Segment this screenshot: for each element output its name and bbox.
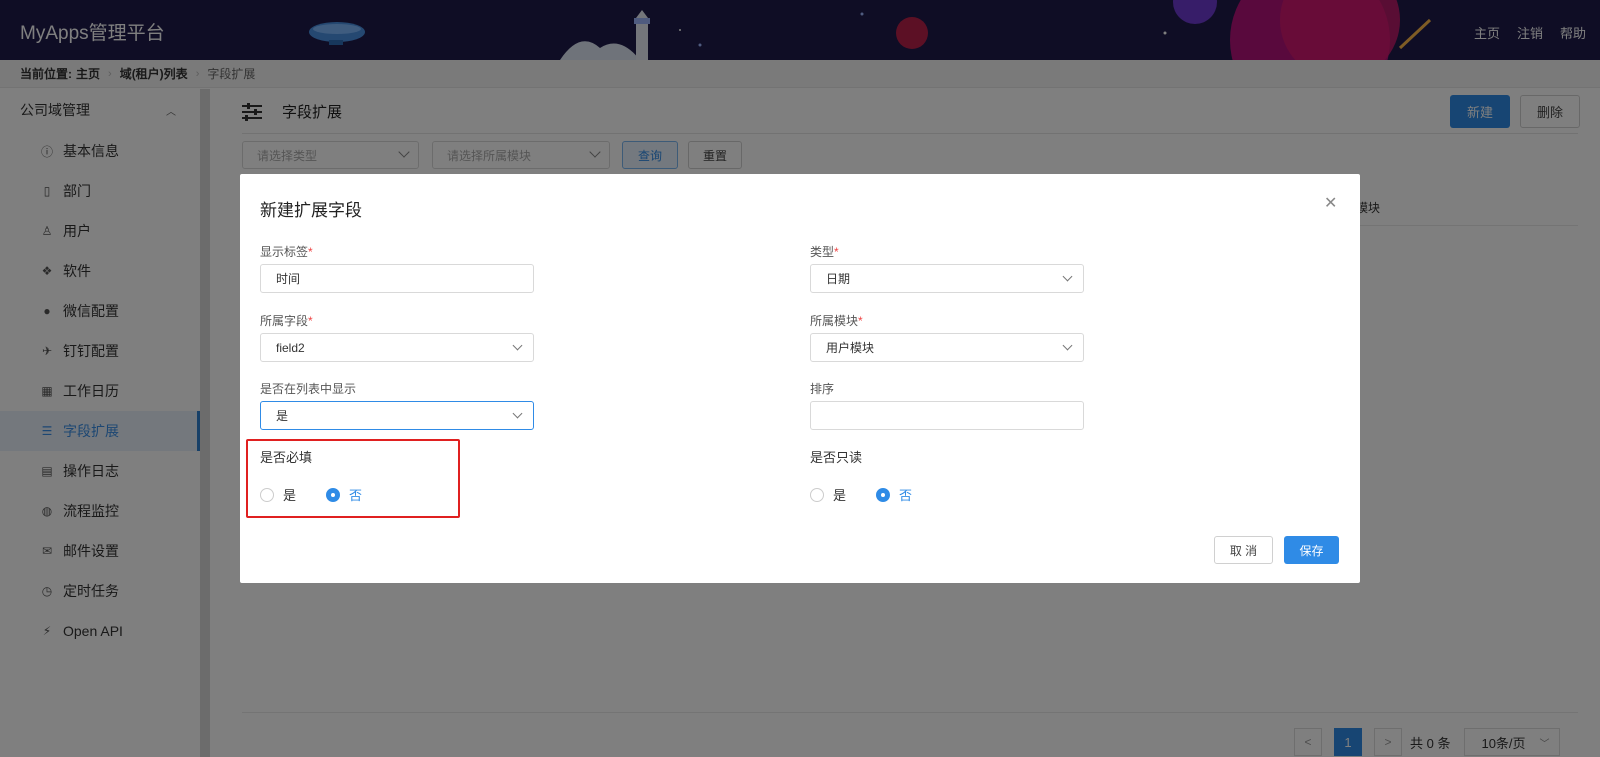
required-flag-radio-group: 是 否 (260, 485, 392, 504)
dialog-title: 新建扩展字段 (260, 201, 362, 220)
required-no-radio[interactable]: 否 (326, 485, 362, 504)
radio-icon (260, 487, 274, 502)
required-mark: * (858, 314, 863, 328)
module-label-text: 所属模块 (810, 314, 859, 328)
radio-checked-icon (326, 487, 341, 502)
chevron-down-icon (512, 340, 523, 351)
sort-label: 排序 (810, 382, 835, 396)
display-label-label: 显示标签* (260, 243, 313, 260)
show-in-list-select[interactable]: 是 (260, 401, 534, 430)
required-mark: * (308, 245, 313, 259)
type-select[interactable]: 日期 (810, 264, 1084, 293)
field-value: field2 (276, 340, 305, 355)
required-flag-label: 是否必填 (260, 450, 313, 465)
radio-icon (810, 487, 824, 502)
sort-input[interactable] (810, 401, 1084, 430)
readonly-flag-radio-group: 是 否 (810, 485, 942, 504)
close-icon[interactable]: ✕ (1324, 193, 1340, 212)
chevron-down-icon (1062, 340, 1073, 351)
field-select[interactable]: field2 (260, 333, 534, 362)
module-value: 用户模块 (826, 341, 875, 355)
module-select[interactable]: 用户模块 (810, 333, 1084, 362)
radio-label: 是 (833, 488, 847, 503)
chevron-down-icon (1062, 271, 1073, 282)
radio-checked-icon (876, 487, 891, 502)
save-button[interactable]: 保存 (1284, 536, 1339, 564)
radio-label: 是 (283, 488, 297, 503)
field-label: 所属字段* (260, 312, 313, 329)
radio-label: 否 (899, 488, 913, 503)
radio-label: 否 (349, 488, 363, 503)
show-in-list-label: 是否在列表中显示 (260, 382, 357, 396)
display-label-input[interactable]: 时间 (260, 264, 534, 293)
readonly-flag-label: 是否只读 (810, 450, 863, 465)
module-label: 所属模块* (810, 312, 863, 329)
cancel-button[interactable]: 取 消 (1214, 536, 1273, 564)
required-mark: * (834, 245, 839, 259)
show-in-list-value: 是 (276, 409, 289, 423)
readonly-no-radio[interactable]: 否 (876, 485, 912, 504)
new-field-dialog: 新建扩展字段 ✕ 显示标签* 时间 类型* 日期 所属字段* field2 所属… (240, 174, 1360, 583)
type-label-text: 类型 (810, 245, 835, 259)
chevron-down-icon (512, 408, 523, 419)
display-label-text: 显示标签 (260, 245, 309, 259)
readonly-yes-radio[interactable]: 是 (810, 485, 846, 504)
type-value: 日期 (826, 272, 851, 286)
required-yes-radio[interactable]: 是 (260, 485, 296, 504)
type-label: 类型* (810, 243, 839, 260)
required-mark: * (308, 314, 313, 328)
field-label-text: 所属字段 (260, 314, 309, 328)
display-label-value: 时间 (276, 272, 301, 286)
